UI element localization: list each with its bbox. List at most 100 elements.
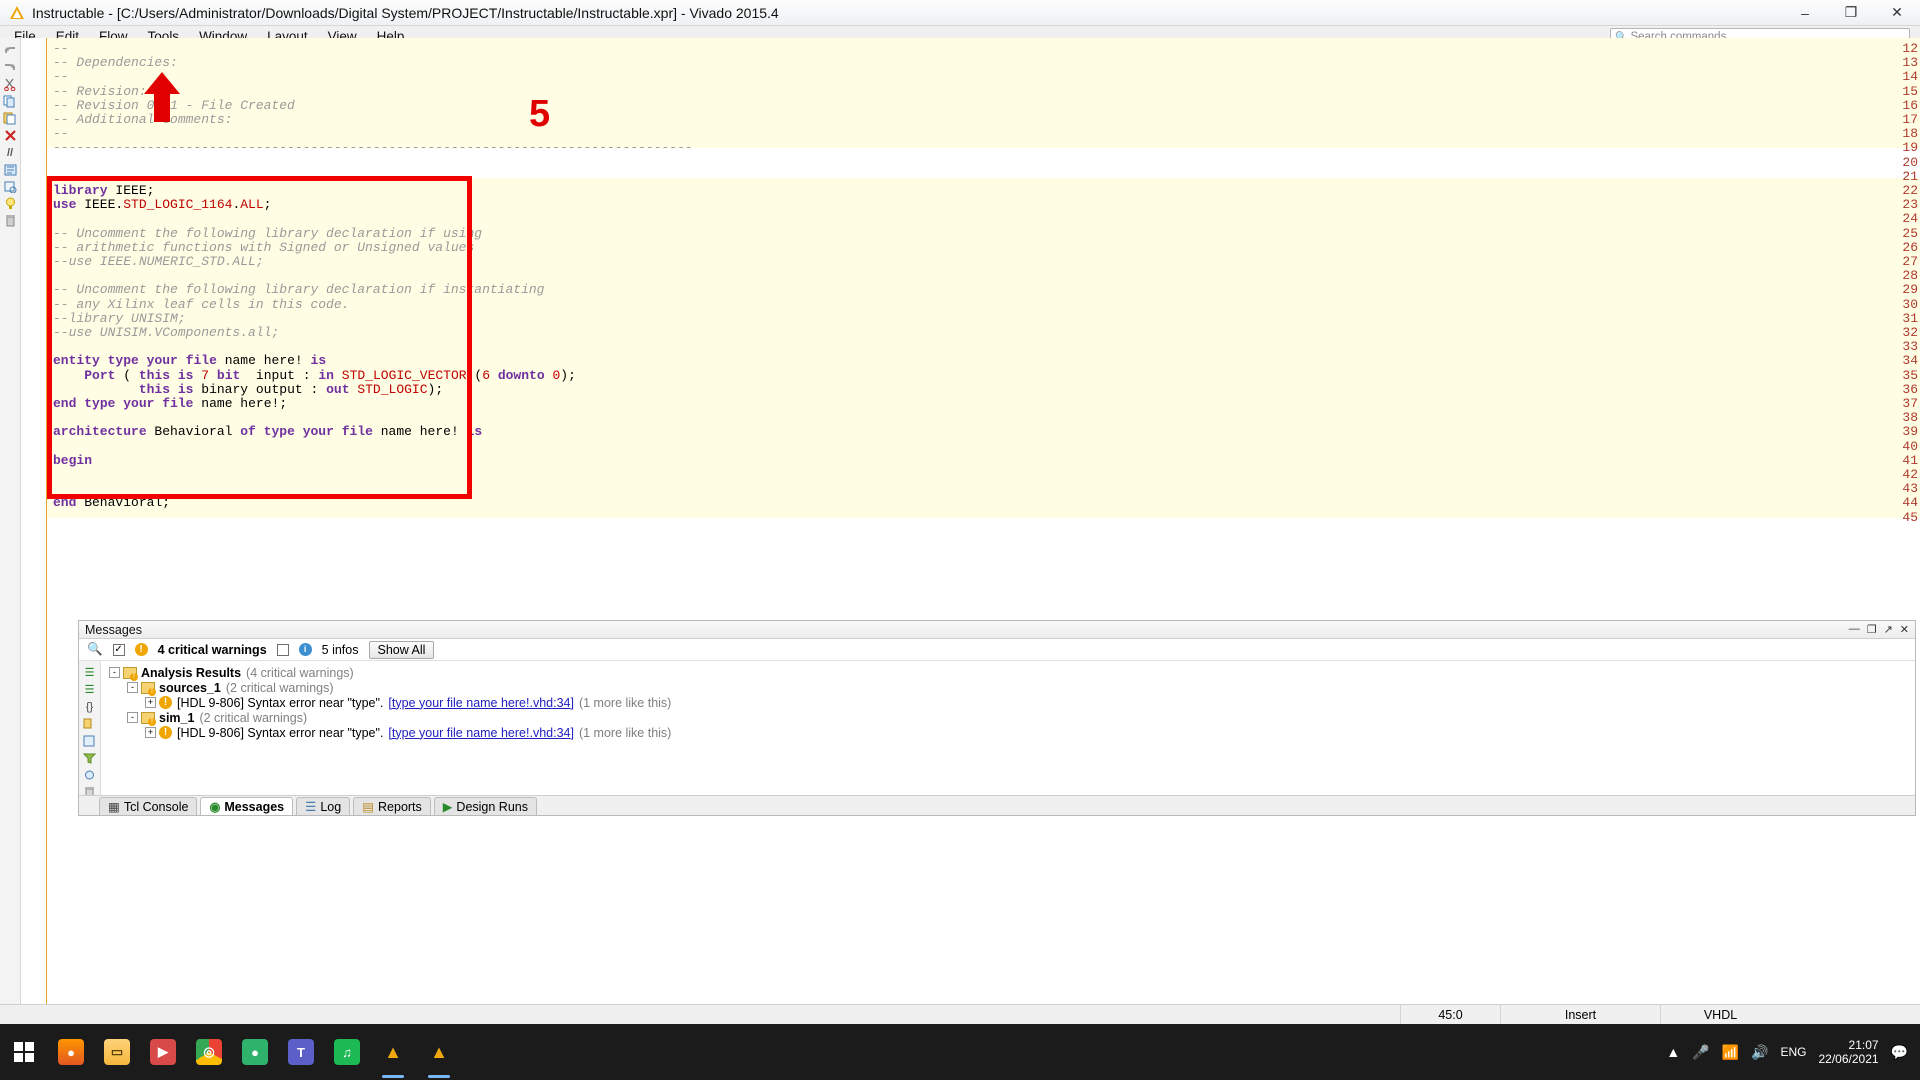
warn-circle-icon: ! — [159, 696, 172, 709]
code-line[interactable]: -- — [53, 42, 69, 56]
minimize-icon[interactable]: — — [1849, 623, 1860, 636]
tab-reports[interactable]: ▤ Reports — [353, 797, 431, 815]
microphone-icon[interactable]: 🎤 — [1692, 1044, 1709, 1061]
taskbar-app-chrome[interactable]: ◎ — [186, 1024, 232, 1080]
float-icon[interactable]: ↗ — [1884, 623, 1893, 636]
show-all-button[interactable]: Show All — [369, 641, 435, 659]
expander-icon[interactable]: - — [127, 682, 138, 693]
code-line[interactable]: --use UNISIM.VComponents.all; — [53, 326, 279, 340]
code-line[interactable]: -- Revision: — [53, 85, 147, 99]
expander-icon[interactable]: - — [109, 667, 120, 678]
restore-icon[interactable]: ❐ — [1867, 623, 1877, 636]
show-hidden-icons-icon[interactable]: ▲ — [1666, 1044, 1680, 1060]
taskbar-app-vivado[interactable]: ▲ — [370, 1024, 416, 1080]
tab-label: Design Runs — [456, 800, 528, 814]
message-row-sources-1[interactable]: - sources_1 (2 critical warnings) — [109, 680, 1915, 695]
start-button[interactable] — [0, 1024, 48, 1080]
taskbar-app-media-player[interactable]: ▶ — [140, 1024, 186, 1080]
tab-log[interactable]: ☰ Log — [296, 797, 350, 815]
collapse-all-icon[interactable]: ☰ — [79, 664, 100, 681]
tab-label: Reports — [378, 800, 422, 814]
code-line[interactable]: -- — [53, 127, 69, 141]
code-line[interactable]: ----------------------------------------… — [53, 141, 693, 155]
maximize-button[interactable]: ❐ — [1828, 0, 1874, 26]
code-token: this — [139, 368, 170, 383]
language-indicator[interactable]: ENG — [1780, 1045, 1806, 1059]
code-line[interactable]: architecture Behavioral of type your fil… — [53, 425, 482, 439]
export-icon[interactable] — [79, 732, 100, 749]
search-icon[interactable]: 🔍 — [87, 642, 103, 657]
code-line[interactable]: library IEEE; — [53, 184, 154, 198]
notifications-icon[interactable]: 💬 — [1891, 1044, 1908, 1061]
taskbar-app-file-explorer[interactable]: ▭ — [94, 1024, 140, 1080]
settings-icon[interactable] — [79, 766, 100, 783]
clock[interactable]: 21:07 22/06/2021 — [1819, 1038, 1879, 1066]
code-line[interactable]: -- any Xilinx leaf cells in this code. — [53, 298, 349, 312]
clock-date: 22/06/2021 — [1819, 1052, 1879, 1066]
code-line[interactable]: -- Uncomment the following library decla… — [53, 283, 544, 297]
code-line[interactable]: -- — [53, 70, 69, 84]
critical-warnings-label: 4 critical warnings — [158, 643, 267, 657]
code-line[interactable]: begin — [53, 454, 92, 468]
indent-icon[interactable] — [0, 161, 20, 178]
redo-icon[interactable] — [0, 59, 20, 76]
code-line[interactable]: this is binary output : out STD_LOGIC); — [53, 383, 443, 397]
editor-code-area[interactable]: 1213141516171819202122232425262728293031… — [21, 38, 1920, 1080]
code-token: STD_LOGIC — [357, 382, 427, 397]
filter-icon[interactable] — [79, 749, 100, 766]
bulb-icon[interactable] — [0, 195, 20, 212]
code-line[interactable]: -- arithmetic functions with Signed or U… — [53, 241, 474, 255]
tab-tcl-console[interactable]: ▦ Tcl Console — [99, 797, 197, 815]
tab-design-runs[interactable]: ▶ Design Runs — [434, 797, 537, 815]
message-row-analysis-results[interactable]: - Analysis Results (4 critical warnings) — [109, 665, 1915, 680]
volume-icon[interactable]: 🔊 — [1751, 1044, 1768, 1061]
code-line[interactable]: Port ( this is 7 bit input : in STD_LOGI… — [53, 369, 576, 383]
code-line[interactable]: -- Additional Comments: — [53, 113, 232, 127]
message-row-sim-1[interactable]: - sim_1 (2 critical warnings) — [109, 710, 1915, 725]
code-token: ( — [467, 368, 483, 383]
code-token: library — [53, 183, 108, 198]
taskbar-app-spotify[interactable]: ♫ — [324, 1024, 370, 1080]
code-line[interactable]: end type your file name here!; — [53, 397, 287, 411]
message-file-link[interactable]: [type your file name here!.vhd:34] — [388, 696, 574, 710]
minimize-button[interactable]: – — [1782, 0, 1828, 26]
expander-icon[interactable]: + — [145, 697, 156, 708]
close-icon[interactable]: ✕ — [1900, 623, 1909, 636]
expander-icon[interactable]: - — [127, 712, 138, 723]
taskbar-app-vivado-window[interactable]: ▲ — [416, 1024, 462, 1080]
code-line[interactable]: use IEEE.STD_LOGIC_1164.ALL; — [53, 198, 271, 212]
undo-icon[interactable] — [0, 42, 20, 59]
cut-icon[interactable] — [0, 76, 20, 93]
braces-icon[interactable]: {} — [79, 698, 100, 715]
trash-icon[interactable] — [0, 212, 20, 229]
code-line[interactable]: entity type your file name here! is — [53, 354, 326, 368]
copy-icon[interactable] — [79, 715, 100, 732]
close-button[interactable]: ✕ — [1874, 0, 1920, 26]
taskbar-app-messenger[interactable]: ● — [232, 1024, 278, 1080]
code-text[interactable]: ---- Dependencies:---- Revision:-- Revis… — [47, 38, 1920, 1080]
delete-icon[interactable] — [0, 127, 20, 144]
taskbar-app-teams[interactable]: T — [278, 1024, 324, 1080]
code-line[interactable]: end Behavioral; — [53, 496, 170, 510]
copy-icon[interactable] — [0, 93, 20, 110]
code-token — [295, 424, 303, 439]
messages-toolbar: 🔍 ✓ ! 4 critical warnings i 5 infos Show… — [79, 639, 1915, 661]
message-row-syntax-error-sources[interactable]: + ! [HDL 9-806] Syntax error near "type"… — [109, 695, 1915, 710]
message-row-syntax-error-sim[interactable]: + ! [HDL 9-806] Syntax error near "type"… — [109, 725, 1915, 740]
message-file-link[interactable]: [type your file name here!.vhd:34] — [388, 726, 574, 740]
network-icon[interactable]: 📶 — [1722, 1044, 1739, 1061]
find-icon[interactable] — [0, 178, 20, 195]
infos-checkbox[interactable] — [277, 644, 289, 656]
comment-icon[interactable]: // — [0, 144, 20, 161]
critical-warnings-checkbox[interactable]: ✓ — [113, 644, 125, 656]
code-line[interactable]: --use IEEE.NUMERIC_STD.ALL; — [53, 255, 264, 269]
code-line[interactable]: -- Uncomment the following library decla… — [53, 227, 482, 241]
code-line[interactable]: --library UNISIM; — [53, 312, 186, 326]
expander-icon[interactable]: + — [145, 727, 156, 738]
paste-icon[interactable] — [0, 110, 20, 127]
code-line[interactable]: -- Dependencies: — [53, 56, 178, 70]
expand-all-icon[interactable]: ☰ — [79, 681, 100, 698]
code-token: bit — [217, 368, 240, 383]
tab-messages[interactable]: ◉ Messages — [200, 797, 293, 815]
taskbar-app-firefox[interactable]: ● — [48, 1024, 94, 1080]
